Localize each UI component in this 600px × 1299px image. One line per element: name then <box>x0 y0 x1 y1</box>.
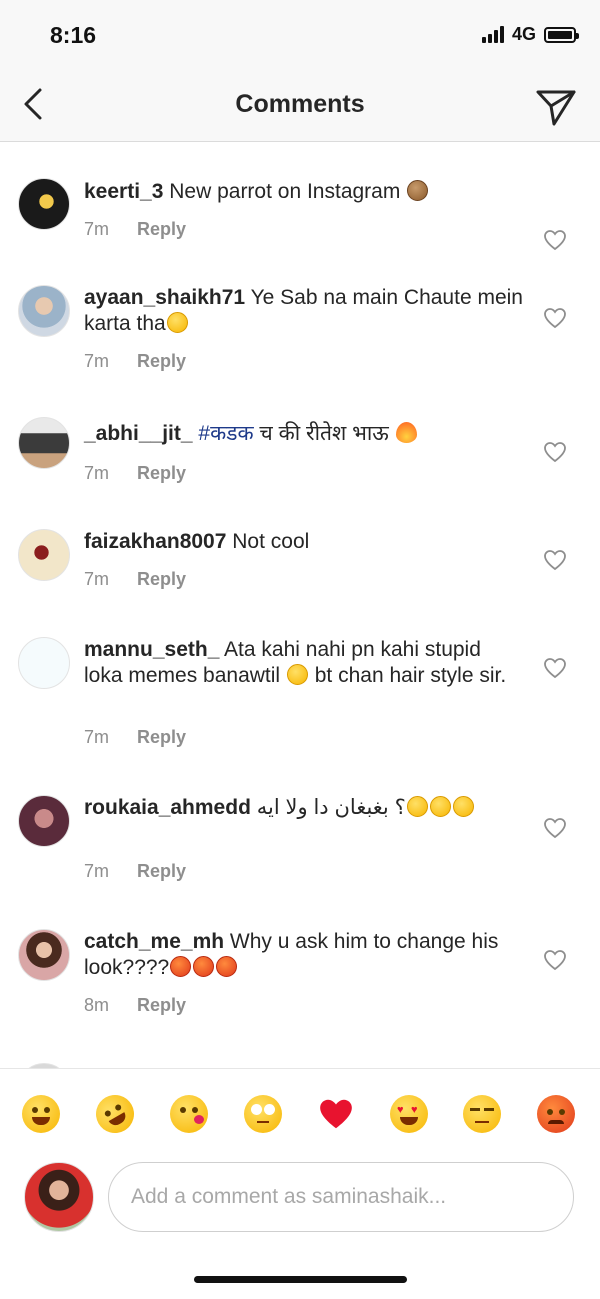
avatar[interactable] <box>18 417 70 469</box>
laughing-emoji-icon <box>166 312 188 333</box>
signal-icon <box>481 26 504 43</box>
laughing-emoji-icon <box>429 796 451 817</box>
share-button[interactable] <box>534 84 578 128</box>
reply-button[interactable]: Reply <box>137 995 186 1015</box>
emoji-quick-bar: ♥ ♥ <box>0 1068 600 1158</box>
heart-icon <box>544 230 566 251</box>
comment-username[interactable]: _abhi__jit_ <box>84 422 193 445</box>
like-button[interactable] <box>543 441 567 463</box>
comment-input[interactable] <box>108 1162 574 1232</box>
angry-emoji-icon <box>170 956 192 977</box>
comments-list[interactable]: keerti_3 New parrot on Instagram 7m Reply… <box>0 143 600 1068</box>
like-button[interactable] <box>543 949 567 971</box>
page-title: Comments <box>235 90 365 118</box>
laughing-emoji-button[interactable] <box>22 1095 60 1133</box>
like-button[interactable] <box>543 307 567 329</box>
network-type: 4G <box>511 24 536 44</box>
comment-time: 8m <box>84 995 110 1015</box>
avatar[interactable] <box>18 529 70 581</box>
comment-text: faizakhan8007 Not cool <box>84 530 310 553</box>
comment-username[interactable]: keerti_3 <box>84 180 163 203</box>
comment-meta: 7m Reply <box>84 727 186 748</box>
comment-time: 7m <box>84 351 110 371</box>
reply-button[interactable]: Reply <box>137 219 186 239</box>
comment-username[interactable]: ayaan_shaikh71 <box>84 286 245 309</box>
heart-icon <box>544 442 566 463</box>
heart-eyes-emoji-button[interactable]: ♥ ♥ <box>390 1095 428 1133</box>
see-no-evil-monkey-icon <box>407 180 429 201</box>
fire-icon <box>395 422 417 443</box>
comment-username[interactable]: roukaia_ahmedd <box>84 796 251 819</box>
laughing-emoji-icon <box>452 796 474 817</box>
heart-icon <box>544 308 566 329</box>
heart-icon <box>544 818 566 839</box>
hashtag-link[interactable]: #कडक <box>193 422 253 445</box>
heart-icon <box>544 950 566 971</box>
avatar[interactable] <box>18 929 70 981</box>
angry-emoji-button[interactable] <box>537 1095 575 1133</box>
comment-composer <box>0 1158 600 1238</box>
comment-meta: 7m Reply <box>84 219 186 240</box>
comment-meta: 7m Reply <box>84 463 186 484</box>
avatar[interactable] <box>18 795 70 847</box>
reply-button[interactable]: Reply <box>137 463 186 483</box>
eye-roll-emoji-button[interactable] <box>244 1095 282 1133</box>
header: Comments <box>0 70 600 142</box>
status-bar: 8:16 4G <box>0 0 600 70</box>
comment-text: _abhi__jit_ #कडक च की रीतेश भाऊ <box>84 421 524 447</box>
like-button[interactable] <box>543 229 567 251</box>
winking-tongue-emoji-icon <box>286 664 308 685</box>
comment-text: roukaia_ahmedd ؟ بغبغان دا ولا ايه <box>84 795 524 821</box>
angry-emoji-icon <box>216 956 238 977</box>
paper-plane-icon <box>536 90 576 126</box>
angry-emoji-icon <box>193 956 215 977</box>
comment-username[interactable]: catch_me_mh <box>84 930 224 953</box>
battery-icon <box>544 26 579 43</box>
comment-text: ayaan_shaikh71 Ye Sab na main Chaute mei… <box>84 286 523 335</box>
reply-button[interactable]: Reply <box>137 727 186 747</box>
avatar[interactable] <box>18 178 70 230</box>
heart-icon <box>544 658 566 679</box>
status-time: 8:16 <box>50 22 97 48</box>
like-button[interactable] <box>543 549 567 571</box>
comment-meta: 7m Reply <box>84 861 186 882</box>
red-heart-emoji-button[interactable] <box>317 1095 355 1133</box>
laughing-emoji-icon <box>406 796 428 817</box>
reply-button[interactable]: Reply <box>137 861 186 881</box>
comment-meta: 8m Reply <box>84 995 186 1016</box>
comment-text: catch_me_mh Why u ask him to change his … <box>84 930 499 979</box>
status-indicators: 4G <box>481 24 579 45</box>
comment-time: 7m <box>84 861 110 881</box>
red-heart-icon <box>320 1099 352 1129</box>
comment-time: 7m <box>84 727 110 747</box>
heart-icon <box>544 550 566 571</box>
comment-username[interactable]: mannu_seth_ <box>84 638 219 661</box>
comment-username[interactable]: faizakhan8007 <box>84 530 226 553</box>
like-button[interactable] <box>543 817 567 839</box>
comment-meta: 7m Reply <box>84 351 186 372</box>
comment-text: mannu_seth_ Ata kahi nahi pn kahi stupid… <box>84 638 507 687</box>
reply-button[interactable]: Reply <box>137 569 186 589</box>
avatar[interactable] <box>18 637 70 689</box>
like-button[interactable] <box>543 657 567 679</box>
comment-text: keerti_3 New parrot on Instagram <box>84 179 524 205</box>
avatar[interactable] <box>18 285 70 337</box>
rolling-laughing-emoji-button[interactable] <box>89 1088 141 1140</box>
kissing-emoji-button[interactable] <box>170 1095 208 1133</box>
home-indicator[interactable] <box>194 1276 407 1283</box>
comment-meta: 7m Reply <box>84 569 186 590</box>
comment-time: 7m <box>84 569 110 589</box>
unamused-emoji-button[interactable] <box>463 1095 501 1133</box>
reply-button[interactable]: Reply <box>137 351 186 371</box>
comment-time: 7m <box>84 219 110 239</box>
current-user-avatar <box>24 1162 94 1232</box>
comment-time: 7m <box>84 463 110 483</box>
